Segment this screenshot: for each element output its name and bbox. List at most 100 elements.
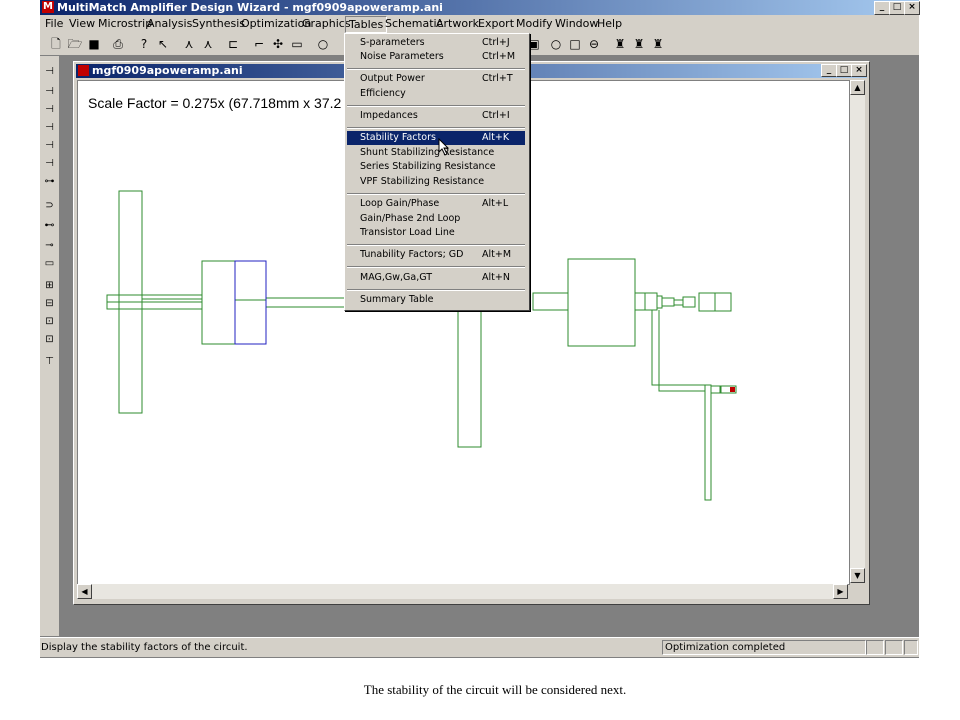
capacitor-icon[interactable]: ▭ (42, 256, 57, 271)
document-title: mgf0909apoweramp.ani (92, 64, 243, 77)
tables-dropdown-menu: S-parameters Ctrl+J Noise Parameters Ctrl+… (344, 33, 530, 311)
line-6[interactable] (656, 295, 663, 309)
tool-c-icon[interactable]: ⊏ (225, 36, 241, 52)
square-tool-icon[interactable]: □ (567, 36, 583, 52)
menu-separator (347, 193, 525, 195)
slide-caption: The stability of the circuit will be con… (363, 682, 627, 697)
horizontal-scrollbar[interactable]: ◀ ▶ (77, 584, 848, 599)
bias-stub[interactable] (704, 384, 712, 501)
line-5[interactable] (644, 292, 658, 311)
tool-a-icon[interactable]: ⋏ (181, 36, 197, 52)
circle-tool-2-icon[interactable]: ○ (548, 36, 564, 52)
transistor-box[interactable] (567, 258, 636, 347)
child-close-button[interactable]: × (851, 64, 867, 77)
circle-tool-3-icon[interactable]: ⊖ (586, 36, 602, 52)
menu-item-summary-table[interactable]: Summary Table (347, 293, 525, 307)
menu-analysis[interactable]: Analysis (147, 17, 192, 30)
menu-optimization[interactable]: Optimization (241, 17, 311, 30)
menu-item-impedances[interactable]: Impedances Ctrl+I (347, 109, 525, 123)
maximize-button[interactable]: □ (889, 1, 905, 15)
menu-synthesis[interactable]: Synthesis (192, 17, 245, 30)
menu-item-tunability-factors[interactable]: Tunability Factors; GD Alt+M (347, 248, 525, 262)
menu-tables[interactable]: Tables (345, 16, 388, 33)
tool-f-icon[interactable]: ▭ (289, 36, 305, 52)
menu-item-mag-gains[interactable]: MAG,Gw,Ga,GT Alt+N (347, 271, 525, 285)
line-4[interactable] (634, 292, 646, 311)
stub-6-icon[interactable]: ⊣ (42, 156, 57, 171)
box-3-icon[interactable]: ⊡ (42, 314, 57, 329)
component-2-icon[interactable]: ♜ (631, 36, 647, 52)
line-3[interactable] (532, 292, 569, 311)
menu-graphics[interactable]: Graphics (302, 17, 351, 30)
menu-item-efficiency[interactable]: Efficiency (347, 87, 525, 101)
menu-artwork[interactable]: Artwork (436, 17, 479, 30)
menu-item-stability-factors[interactable]: Stability Factors Alt+K (347, 131, 525, 145)
component-3-icon[interactable]: ♜ (650, 36, 666, 52)
menu-separator (347, 289, 525, 291)
component-1-icon[interactable]: ♜ (612, 36, 628, 52)
help-icon[interactable]: ? (136, 36, 152, 52)
tool-b-icon[interactable]: ⋏ (200, 36, 216, 52)
tee-icon[interactable]: ⊤ (42, 354, 57, 369)
line-7[interactable] (661, 297, 675, 307)
menu-view[interactable]: View (69, 17, 95, 30)
save-icon[interactable]: ■ (86, 36, 102, 52)
scroll-left-icon[interactable]: ◀ (77, 584, 92, 599)
menu-modify[interactable]: Modify (516, 17, 552, 30)
close-button[interactable]: × (904, 1, 920, 15)
menu-item-loop-gain-phase[interactable]: Loop Gain/Phase Alt+L (347, 197, 525, 211)
box-1-icon[interactable]: ⊞ (42, 278, 57, 293)
print-icon[interactable]: ⎙ (110, 36, 126, 52)
vertical-scrollbar[interactable]: ▲ ▼ (850, 80, 865, 583)
resistor-icon[interactable]: ⊸ (42, 238, 57, 253)
menu-window[interactable]: Window (555, 17, 598, 30)
menu-item-gain-phase-2nd-loop[interactable]: Gain/Phase 2nd Loop (347, 212, 525, 226)
box-4-icon[interactable]: ⊡ (42, 332, 57, 347)
menu-item-vpf-stabilizing[interactable]: VPF Stabilizing Resistance (347, 175, 525, 189)
selected-capacitor[interactable] (234, 260, 267, 345)
open-folder-icon[interactable]: 🗁 (67, 36, 83, 52)
menu-item-shunt-stabilizing[interactable]: Shunt Stabilizing Resistance (347, 146, 525, 160)
status-pane-1 (866, 640, 884, 655)
line-9[interactable] (682, 296, 696, 308)
menu-export[interactable]: Export (478, 17, 514, 30)
minimize-button[interactable]: _ (874, 1, 890, 15)
menu-item-s-parameters[interactable]: S-parameters Ctrl+J (347, 36, 525, 50)
menu-item-noise-parameters[interactable]: Noise Parameters Ctrl+M (347, 50, 525, 64)
new-file-icon[interactable]: 🗋 (48, 36, 64, 52)
document-icon (78, 65, 89, 76)
tool-e-icon[interactable]: ✣ (270, 36, 286, 52)
status-bar: Display the stability factors of the cir… (40, 637, 919, 657)
menu-file[interactable]: File (45, 17, 63, 30)
bias-feed-1[interactable] (710, 385, 721, 394)
menu-schematic[interactable]: Schematic (385, 17, 443, 30)
scroll-right-icon[interactable]: ▶ (833, 584, 848, 599)
child-maximize-button[interactable]: □ (836, 64, 852, 77)
shunt-stub-mid[interactable] (457, 310, 482, 448)
line-icon[interactable]: ⊶ (42, 174, 57, 189)
line-2[interactable] (265, 297, 347, 308)
menu-item-output-power[interactable]: Output Power Ctrl+T (347, 72, 525, 86)
stub-5-icon[interactable]: ⊣ (42, 138, 57, 153)
context-help-icon[interactable]: ↖ (155, 36, 171, 52)
stub-icon[interactable]: ⊣ (42, 64, 57, 79)
menu-microstrip[interactable]: Microstrip (98, 17, 152, 30)
child-minimize-button[interactable]: _ (821, 64, 837, 77)
scroll-down-icon[interactable]: ▼ (850, 568, 865, 583)
menu-item-transistor-load-line[interactable]: Transistor Load Line (347, 226, 525, 240)
stub-4-icon[interactable]: ⊣ (42, 120, 57, 135)
scroll-up-icon[interactable]: ▲ (850, 80, 865, 95)
circle-tool-icon[interactable]: ○ (315, 36, 331, 52)
menu-item-series-stabilizing[interactable]: Series Stabilizing Resistance (347, 160, 525, 174)
stub-3-icon[interactable]: ⊣ (42, 102, 57, 117)
capacitor-body[interactable] (201, 260, 236, 345)
coupler-icon[interactable]: ⊷ (42, 218, 57, 233)
stub-2-icon[interactable]: ⊣ (42, 84, 57, 99)
menu-help[interactable]: Help (597, 17, 622, 30)
tool-d-icon[interactable]: ⌐ (251, 36, 267, 52)
box-2-icon[interactable]: ⊟ (42, 296, 57, 311)
status-optimization: Optimization completed (662, 640, 866, 655)
line-8[interactable] (673, 299, 684, 306)
status-pane-3 (904, 640, 918, 655)
bend-icon[interactable]: ⊃ (42, 198, 57, 213)
